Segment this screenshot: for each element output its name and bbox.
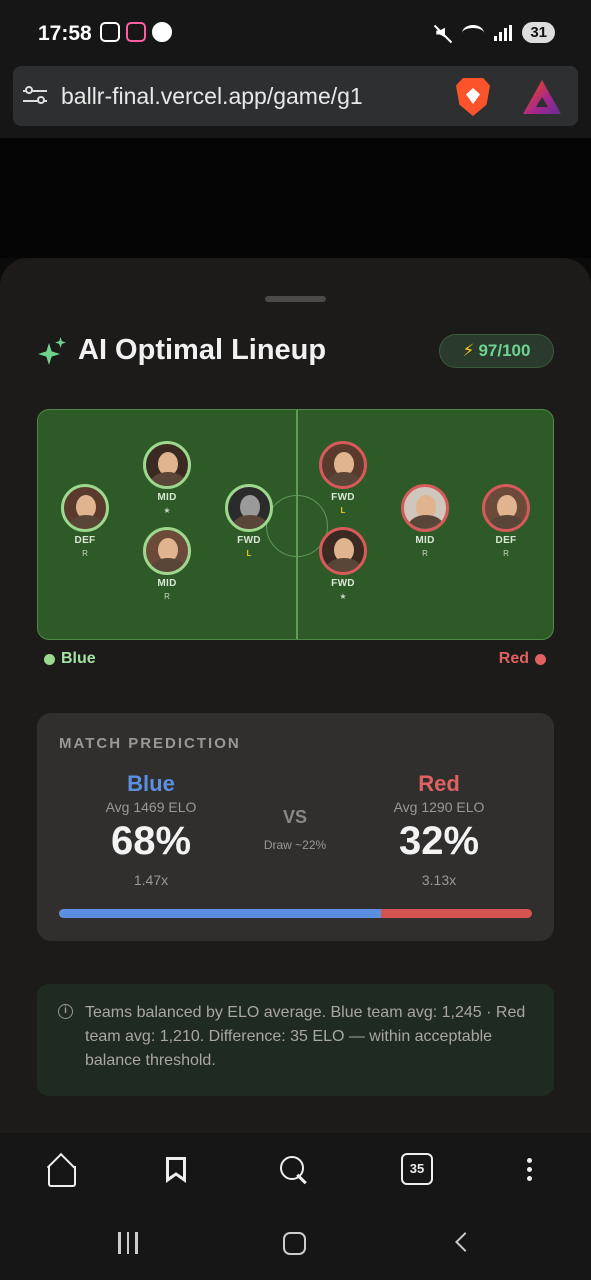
url-text[interactable]: ballr-final.vercel.app/game/g1	[61, 83, 363, 110]
more-menu-icon[interactable]	[513, 1155, 545, 1187]
player-avatar	[225, 484, 273, 532]
team-name: Blue	[127, 771, 175, 796]
player-side: L	[246, 549, 252, 558]
info-text: Teams balanced by ELO average. Blue team…	[85, 1004, 526, 1069]
team-win-percentage: 32%	[398, 819, 480, 863]
team-odds: 1.47x	[133, 872, 169, 888]
balance-info-note: i Teams balanced by ELO average. Blue te…	[37, 984, 554, 1096]
signal-icon	[494, 24, 513, 41]
lineup-sheet: AI Optimal Lineup ⚡ 97/100 DEF R MID ★ M…	[0, 258, 591, 1133]
player-position: FWD	[237, 535, 261, 546]
wifi-icon	[462, 24, 485, 41]
player-card[interactable]: FWD L	[313, 441, 373, 515]
player-position: MID	[157, 578, 177, 589]
player-side: L	[340, 506, 346, 515]
bookmark-icon[interactable]	[161, 1155, 193, 1187]
screenshot-icon	[100, 22, 120, 42]
team-avg-elo: Avg 1469 ELO	[105, 799, 197, 815]
legend-red: Red	[499, 650, 546, 668]
player-side: R	[503, 549, 509, 558]
back-icon[interactable]	[455, 1232, 475, 1252]
mute-icon	[434, 24, 452, 42]
player-side: ★	[163, 506, 171, 515]
sheet-drag-handle[interactable]	[265, 296, 326, 302]
lightning-icon: ⚡	[462, 341, 475, 360]
player-avatar	[61, 484, 109, 532]
team-odds: 3.13x	[421, 872, 457, 888]
browser-toolbar: 35	[0, 1133, 591, 1209]
player-avatar	[482, 484, 530, 532]
player-card[interactable]: MID R	[137, 527, 197, 601]
tabs-counter-button[interactable]: 35	[401, 1153, 433, 1185]
brave-shields-icon[interactable]	[456, 78, 490, 116]
blue-team-prediction: Blue Avg 1469 ELO 68% 1.47x	[61, 771, 241, 888]
team-name: Red	[418, 771, 460, 796]
player-avatar	[319, 527, 367, 575]
sparkle-icon	[36, 337, 66, 365]
player-side: ★	[339, 592, 347, 601]
search-icon[interactable]	[279, 1155, 311, 1187]
red-dot-icon	[535, 653, 546, 665]
score-value: 97/100	[478, 341, 531, 360]
info-icon: i	[58, 1004, 73, 1019]
url-field[interactable]: ballr-final.vercel.app/game/g1	[13, 66, 578, 126]
blue-probability-fill	[59, 909, 381, 918]
player-card[interactable]: DEF R	[476, 484, 536, 558]
player-side: R	[164, 592, 170, 601]
versus-block: VS Draw ~22%	[245, 807, 345, 852]
pitch: DEF R MID ★ MID R FWD L FWD L FWD ★ MID …	[37, 409, 554, 640]
system-home-icon[interactable]	[283, 1232, 306, 1255]
player-position: DEF	[495, 535, 517, 546]
team-avg-elo: Avg 1290 ELO	[393, 799, 485, 815]
player-position: FWD	[331, 578, 355, 589]
home-icon[interactable]	[46, 1155, 78, 1187]
prediction-heading: MATCH PREDICTION	[59, 735, 241, 752]
player-avatar	[401, 484, 449, 532]
player-position: MID	[157, 492, 177, 503]
player-position: FWD	[331, 492, 355, 503]
score-badge: ⚡ 97/100	[439, 334, 554, 368]
red-team-prediction: Red Avg 1290 ELO 32% 3.13x	[349, 771, 529, 888]
draw-probability: Draw ~22%	[263, 838, 327, 852]
player-side: R	[82, 549, 88, 558]
player-avatar	[143, 441, 191, 489]
media-icon	[152, 22, 172, 42]
player-position: DEF	[74, 535, 96, 546]
recents-icon[interactable]	[118, 1232, 138, 1254]
team-win-percentage: 68%	[110, 819, 192, 863]
player-card[interactable]: MID R	[395, 484, 455, 558]
browser-address-bar: ballr-final.vercel.app/game/g1	[0, 62, 591, 138]
status-notification-icons	[100, 22, 172, 42]
page-backdrop	[0, 138, 591, 258]
player-position: MID	[415, 535, 435, 546]
app-notification-icon	[126, 22, 146, 42]
player-card[interactable]: MID ★	[137, 441, 197, 515]
blue-dot-icon	[44, 653, 55, 665]
match-prediction-card: MATCH PREDICTION Blue Avg 1469 ELO 68% 1…	[37, 713, 554, 941]
win-probability-bar	[59, 909, 532, 918]
player-avatar	[143, 527, 191, 575]
legend-blue-label: Blue	[61, 650, 96, 667]
status-time: 17:58	[38, 22, 92, 45]
player-avatar	[319, 441, 367, 489]
legend-blue: Blue	[44, 650, 96, 668]
player-card[interactable]: FWD ★	[313, 527, 373, 601]
player-card[interactable]: DEF R	[55, 484, 115, 558]
player-side: R	[422, 549, 428, 558]
site-settings-icon[interactable]	[23, 84, 47, 108]
status-bar: 17:58 31	[0, 0, 591, 62]
sheet-title: AI Optimal Lineup	[78, 334, 327, 366]
legend-red-label: Red	[498, 650, 529, 667]
vs-label: VS	[282, 807, 307, 827]
system-navigation-bar	[0, 1209, 591, 1280]
battery-indicator: 31	[522, 22, 555, 43]
status-indicators: 31	[434, 22, 555, 43]
player-card[interactable]: FWD L	[219, 484, 279, 558]
brave-rewards-icon[interactable]	[523, 80, 561, 114]
